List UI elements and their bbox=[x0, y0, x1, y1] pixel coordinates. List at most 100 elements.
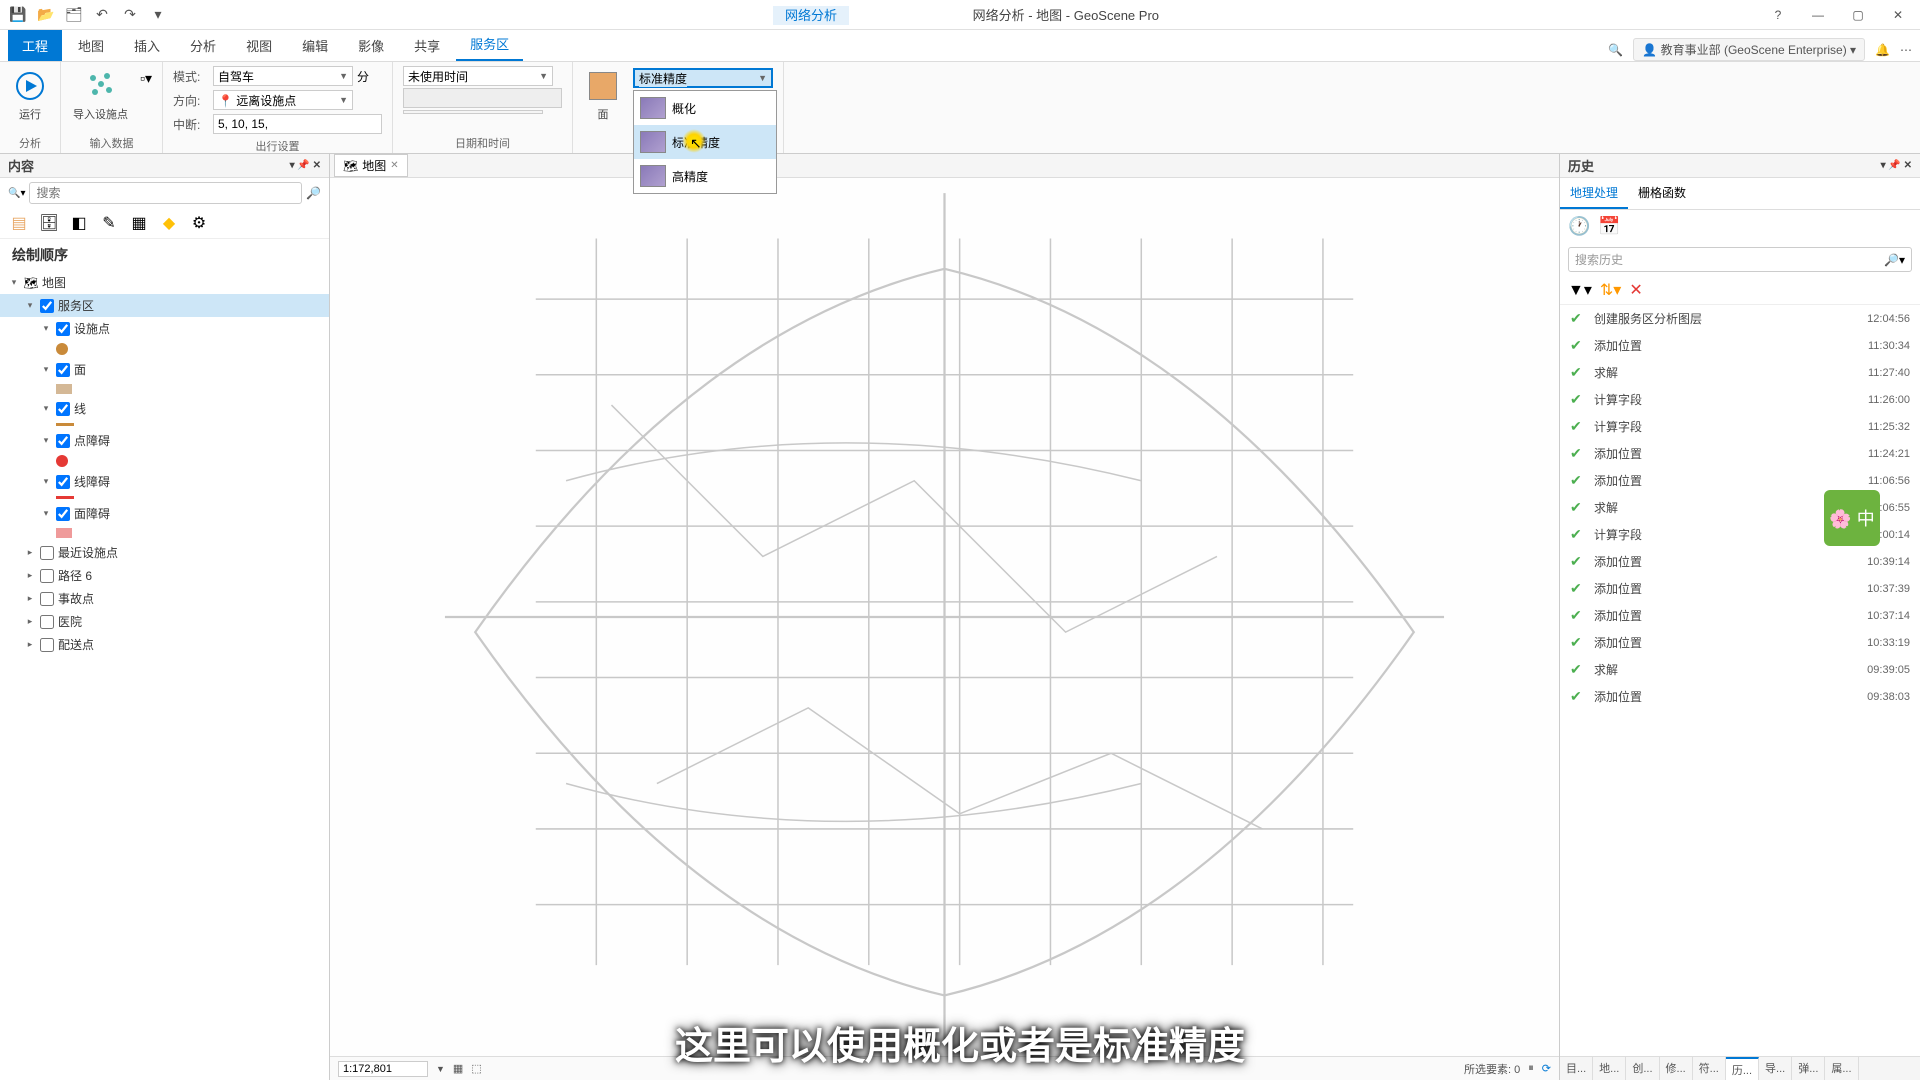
layer-checkbox[interactable] bbox=[56, 434, 70, 448]
qat-more-icon[interactable]: ▾ bbox=[148, 5, 168, 25]
layer-checkbox[interactable] bbox=[56, 507, 70, 521]
toc-layer[interactable]: ▸配送点 bbox=[0, 633, 329, 656]
toc-sublayer[interactable]: ▾点障碍 bbox=[0, 429, 329, 452]
list-by-label-icon[interactable]: ◆ bbox=[158, 212, 180, 234]
layer-checkbox[interactable] bbox=[40, 638, 54, 652]
face-button[interactable]: 面 bbox=[583, 66, 623, 124]
context-tab[interactable]: 网络分析 bbox=[773, 6, 849, 25]
history-item[interactable]: ✔添加位置09:38:03 bbox=[1560, 683, 1920, 710]
clear-icon[interactable]: ✕ bbox=[1629, 280, 1642, 300]
folder-icon[interactable]: 🗂 bbox=[64, 5, 84, 25]
layer-checkbox[interactable] bbox=[56, 322, 70, 336]
layer-checkbox[interactable] bbox=[40, 569, 54, 583]
expand-icon[interactable]: ▾ bbox=[40, 403, 52, 414]
bottom-tab[interactable]: 修... bbox=[1660, 1057, 1693, 1080]
tab-edit[interactable]: 编辑 bbox=[288, 30, 342, 61]
open-icon[interactable]: 📂 bbox=[36, 5, 56, 25]
tab-raster-functions[interactable]: 栅格函数 bbox=[1628, 178, 1696, 209]
layer-checkbox[interactable] bbox=[40, 592, 54, 606]
status-tool-icon-2[interactable]: ⬚ bbox=[471, 1062, 481, 1075]
portal-chip[interactable]: 👤 教育事业部 (GeoScene Enterprise) ▾ bbox=[1633, 38, 1865, 61]
time-dropdown[interactable]: 未使用时间▼ bbox=[403, 66, 553, 86]
date-picker[interactable] bbox=[403, 88, 562, 108]
expand-icon[interactable]: ▸ bbox=[24, 616, 36, 627]
history-item[interactable]: ✔添加位置10:37:39 bbox=[1560, 575, 1920, 602]
ime-badge[interactable]: 🌸 中 bbox=[1824, 490, 1880, 546]
toc-sublayer[interactable]: ▾线 bbox=[0, 397, 329, 420]
undo-icon[interactable]: ↶ bbox=[92, 5, 112, 25]
datetime-input[interactable] bbox=[403, 110, 543, 114]
scale-input[interactable] bbox=[338, 1061, 428, 1077]
redo-icon[interactable]: ↷ bbox=[120, 5, 140, 25]
bottom-tab[interactable]: 目... bbox=[1560, 1057, 1593, 1080]
expand-icon[interactable]: ▾ bbox=[40, 435, 52, 446]
toc-sublayer[interactable]: ▾设施点 bbox=[0, 317, 329, 340]
history-item[interactable]: ✔添加位置11:30:34 bbox=[1560, 332, 1920, 359]
close-icon[interactable]: ✕ bbox=[1884, 4, 1912, 26]
history-item[interactable]: ✔计算字段11:25:32 bbox=[1560, 413, 1920, 440]
tab-view[interactable]: 视图 bbox=[232, 30, 286, 61]
layer-checkbox[interactable] bbox=[56, 402, 70, 416]
toc-symbol[interactable] bbox=[0, 493, 329, 502]
toc-service-area[interactable]: ▾服务区 bbox=[0, 294, 329, 317]
toc-layer[interactable]: ▸医院 bbox=[0, 610, 329, 633]
history-item[interactable]: ✔添加位置10:37:14 bbox=[1560, 602, 1920, 629]
cutoffs-input[interactable] bbox=[213, 114, 382, 134]
expand-icon[interactable]: ▸ bbox=[24, 570, 36, 581]
tab-imagery[interactable]: 影像 bbox=[344, 30, 398, 61]
tab-map[interactable]: 地图 bbox=[64, 30, 118, 61]
scale-dropdown-icon[interactable]: ▼ bbox=[436, 1064, 445, 1074]
precision-option-generalized[interactable]: 概化 bbox=[634, 91, 776, 125]
toc-symbol[interactable] bbox=[0, 452, 329, 470]
expand-map[interactable]: ▾ bbox=[8, 277, 20, 288]
search-icon[interactable]: 🔍 bbox=[1608, 43, 1623, 57]
help-icon[interactable]: ? bbox=[1764, 4, 1792, 26]
sort-icon[interactable]: ⇅▾ bbox=[1600, 280, 1621, 300]
toc-sublayer[interactable]: ▾线障碍 bbox=[0, 470, 329, 493]
list-by-selection-icon[interactable]: ◧ bbox=[68, 212, 90, 234]
bottom-tab[interactable]: 历... bbox=[1726, 1057, 1759, 1080]
panel-menu-icon[interactable]: ▾ 📌 ✕ bbox=[290, 160, 321, 171]
precision-option-standard[interactable]: 标准精度 ↖ bbox=[634, 125, 776, 159]
maximize-icon[interactable]: ▢ bbox=[1844, 4, 1872, 26]
layer-checkbox[interactable] bbox=[56, 475, 70, 489]
expand-icon[interactable]: ▾ bbox=[40, 364, 52, 375]
toc-symbol[interactable] bbox=[0, 420, 329, 429]
list-by-source-icon[interactable]: 🗄 bbox=[38, 212, 60, 234]
mode-dropdown[interactable]: 自驾车▼ bbox=[213, 66, 353, 86]
toc-map-label[interactable]: 地图 bbox=[42, 274, 66, 291]
toc-layer[interactable]: ▸最近设施点 bbox=[0, 541, 329, 564]
tab-service-area[interactable]: 服务区 bbox=[456, 28, 523, 61]
toc-layer[interactable]: ▸路径 6 bbox=[0, 564, 329, 587]
expand-icon[interactable]: ▾ bbox=[40, 323, 52, 334]
history-item[interactable]: ✔添加位置11:24:21 bbox=[1560, 440, 1920, 467]
tab-project[interactable]: 工程 bbox=[8, 30, 62, 61]
pause-icon[interactable]: ⏸ bbox=[1528, 1062, 1534, 1075]
expand-icon[interactable]: ▾ bbox=[40, 476, 52, 487]
toc-symbol[interactable] bbox=[0, 340, 329, 358]
history-item[interactable]: ✔添加位置10:39:14 bbox=[1560, 548, 1920, 575]
layer-checkbox[interactable] bbox=[40, 299, 54, 313]
contents-search-input[interactable] bbox=[29, 182, 302, 204]
bottom-tab[interactable]: 地... bbox=[1593, 1057, 1626, 1080]
expand-icon[interactable]: ▾ bbox=[40, 508, 52, 519]
list-by-snap-icon[interactable]: ▦ bbox=[128, 212, 150, 234]
toc-symbol[interactable] bbox=[0, 525, 329, 541]
precision-dropdown[interactable]: 标准精度 ▼ 概化 标准精度 ↖ bbox=[633, 68, 773, 88]
list-by-drawing-icon[interactable]: ▤ bbox=[8, 212, 30, 234]
map-view[interactable] bbox=[330, 178, 1559, 1056]
bottom-tab[interactable]: 属... bbox=[1825, 1057, 1858, 1080]
status-tool-icon-1[interactable]: ▦ bbox=[453, 1062, 463, 1075]
toc-sublayer[interactable]: ▾面障碍 bbox=[0, 502, 329, 525]
history-item[interactable]: ✔添加位置10:33:19 bbox=[1560, 629, 1920, 656]
bottom-tab[interactable]: 符... bbox=[1693, 1057, 1726, 1080]
toc-sublayer[interactable]: ▾面 bbox=[0, 358, 329, 381]
filter-icon[interactable]: ▼▾ bbox=[1568, 280, 1592, 300]
barriers-icon-1[interactable]: ▫▾ bbox=[140, 70, 152, 87]
bottom-tab[interactable]: 创... bbox=[1626, 1057, 1659, 1080]
refresh-icon[interactable]: ⟳ bbox=[1542, 1062, 1551, 1075]
run-button[interactable]: 运行 bbox=[10, 66, 50, 124]
list-by-edit-icon[interactable]: ✎ bbox=[98, 212, 120, 234]
history-calendar-icon[interactable]: 📅 bbox=[1598, 216, 1620, 237]
precision-option-high[interactable]: 高精度 bbox=[634, 159, 776, 193]
